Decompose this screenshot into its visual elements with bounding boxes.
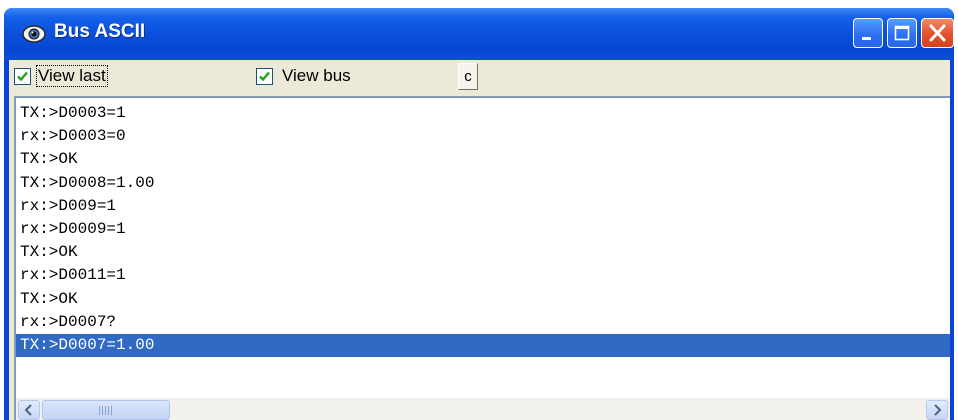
log-line[interactable]: TX:>OK (16, 241, 950, 264)
maximize-icon (894, 25, 910, 41)
close-button[interactable] (921, 18, 954, 48)
log-view[interactable]: TX:>D0003=1 rx:>D0003=0 TX:>OK TX:>D0008=1.… (14, 96, 950, 420)
view-last-checkbox[interactable] (14, 68, 31, 85)
window-client-area: View last View bus c TX:>D0003=1 rx:>D000… (9, 60, 950, 420)
view-last-label[interactable]: View last (36, 65, 108, 87)
log-line[interactable]: rx:>D0007? (16, 311, 950, 334)
bus-ascii-window: Bus ASCII View last View bus c TX:>D0003… (4, 8, 954, 420)
log-line[interactable]: rx:>D009=1 (16, 195, 950, 218)
scroll-thumb[interactable] (42, 400, 170, 420)
log-line[interactable]: rx:>D0003=0 (16, 125, 950, 148)
grip-icon (99, 406, 113, 415)
close-icon (929, 24, 946, 42)
minimize-button[interactable] (853, 18, 883, 48)
toolbar: View last View bus c (9, 60, 950, 96)
log-line[interactable]: TX:>D0008=1.00 (16, 172, 950, 195)
scroll-left-button[interactable] (18, 400, 40, 420)
chevron-right-icon (934, 404, 942, 416)
log-line[interactable]: TX:>OK (16, 148, 950, 171)
eye-icon[interactable] (22, 23, 46, 45)
view-bus-label[interactable]: View bus (282, 66, 351, 86)
horizontal-scrollbar[interactable] (16, 398, 950, 420)
window-title: Bus ASCII (54, 21, 146, 42)
view-bus-checkbox[interactable] (256, 68, 273, 85)
checkmark-icon (17, 71, 28, 82)
checkmark-icon (259, 71, 270, 82)
log-line[interactable]: TX:>OK (16, 288, 950, 311)
log-line[interactable]: rx:>D0009=1 (16, 218, 950, 241)
log-line[interactable]: TX:>D0007=1.00 (16, 333, 950, 358)
minimize-icon (862, 37, 871, 40)
chevron-left-icon (24, 404, 32, 416)
log-line[interactable]: TX:>D0003=1 (16, 102, 950, 125)
maximize-button[interactable] (887, 18, 917, 48)
clear-button[interactable]: c (458, 63, 478, 90)
title-bar[interactable]: Bus ASCII (4, 8, 954, 60)
log-list: TX:>D0003=1 rx:>D0003=0 TX:>OK TX:>D0008=1.… (16, 102, 950, 358)
log-line[interactable]: rx:>D0011=1 (16, 264, 950, 287)
scroll-right-button[interactable] (926, 400, 948, 420)
